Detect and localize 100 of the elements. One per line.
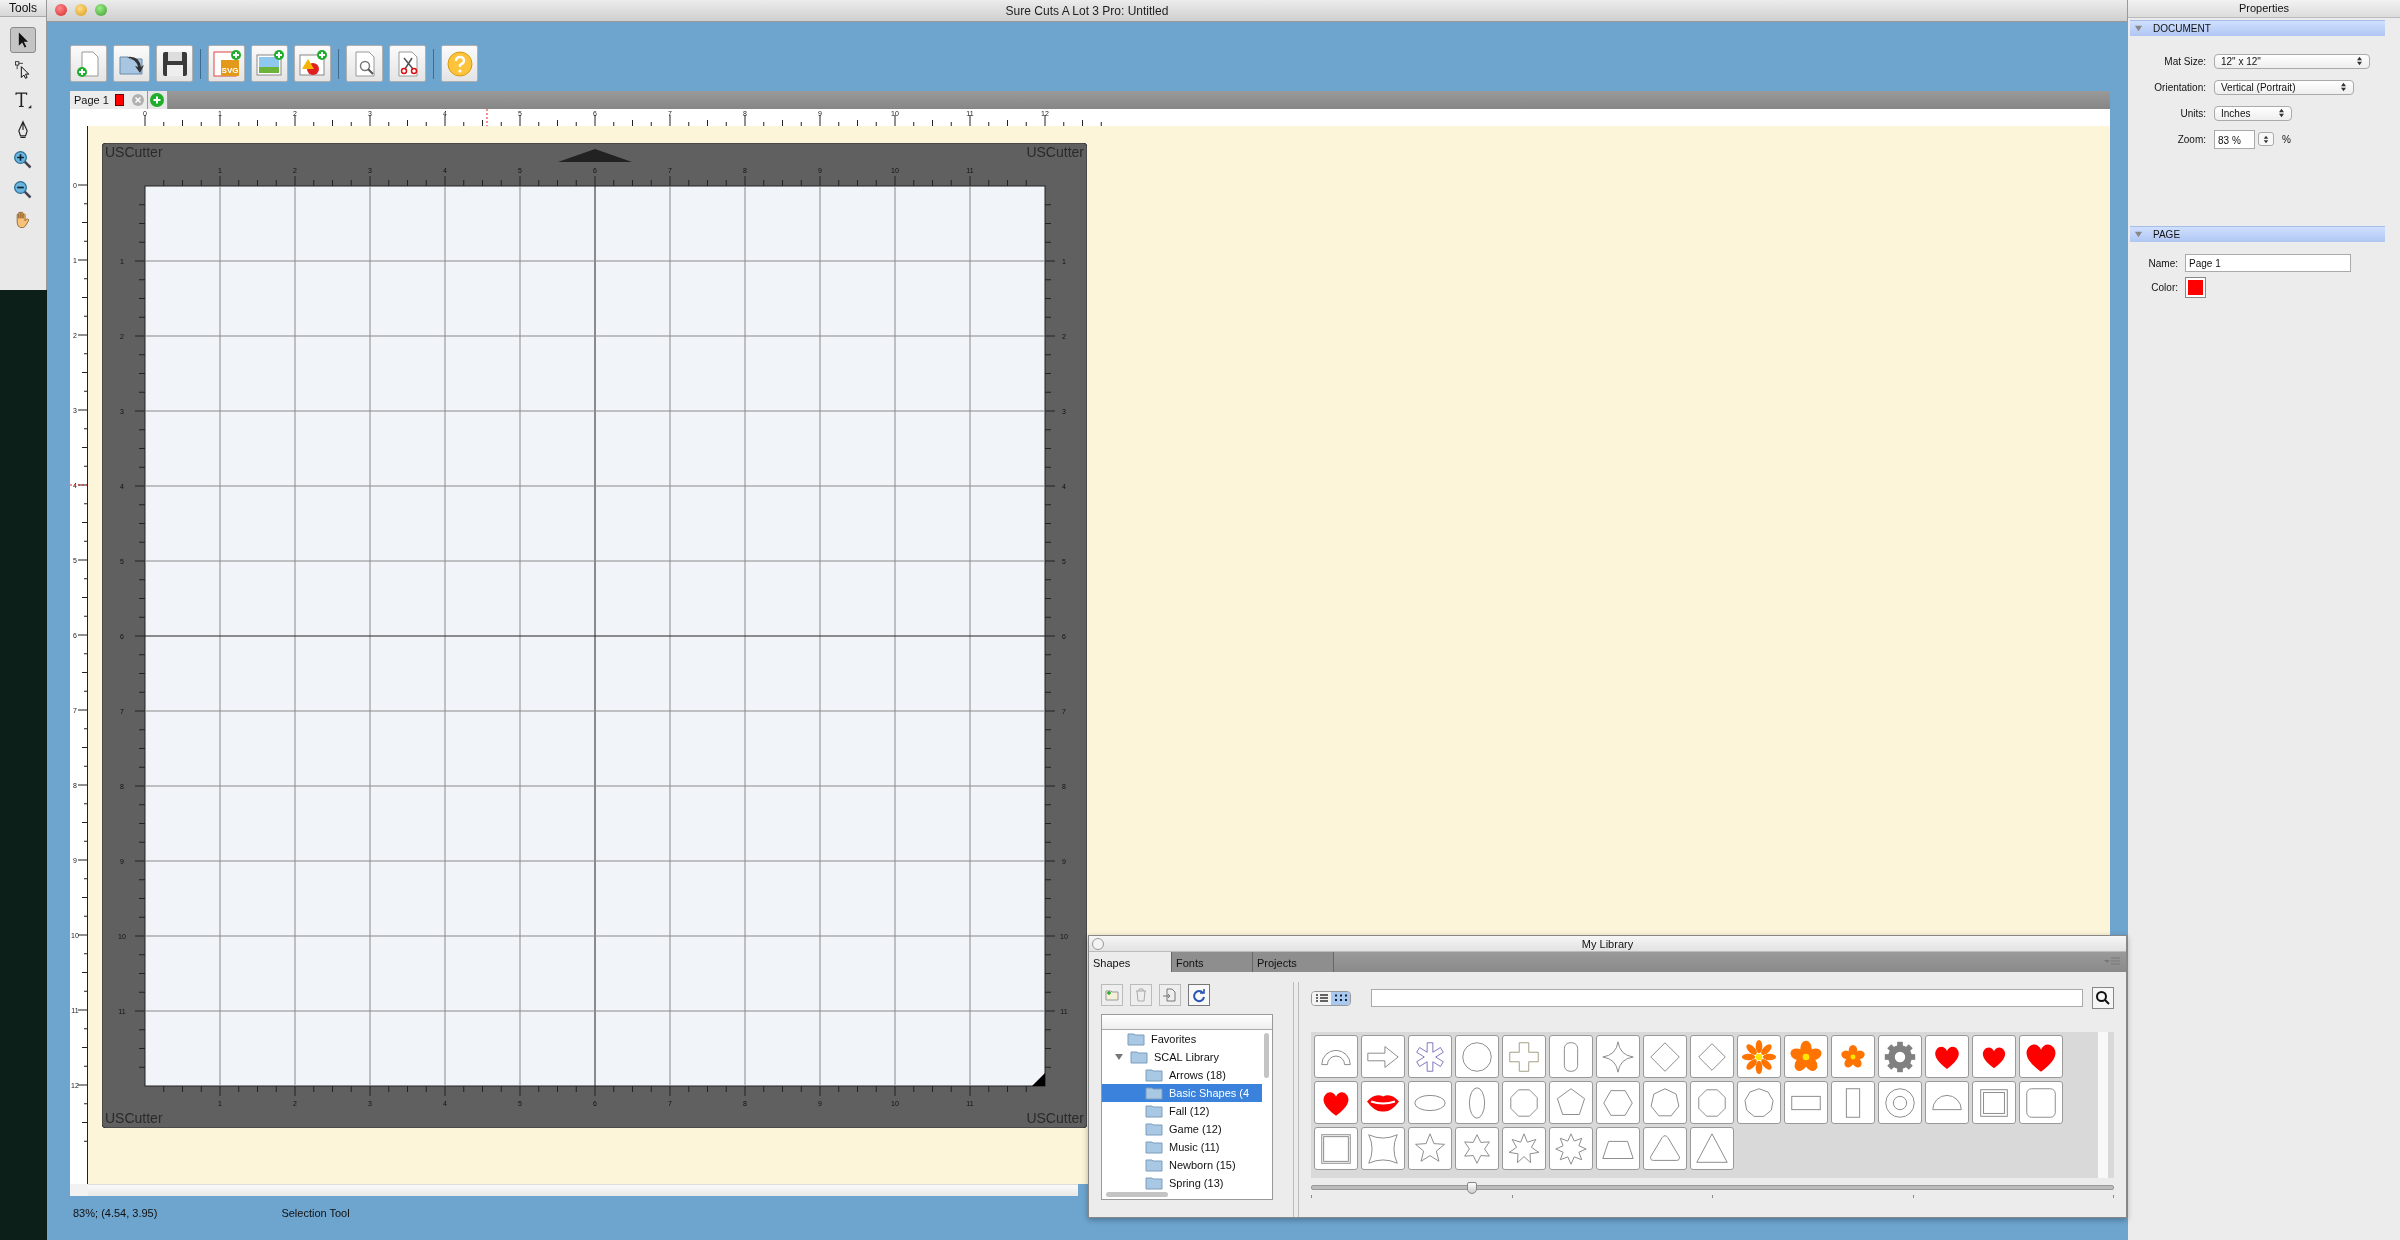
add-page-button[interactable] — [147, 91, 168, 109]
close-button[interactable] — [55, 4, 67, 16]
shape-tile[interactable] — [1455, 1035, 1499, 1078]
splitter-handle[interactable] — [1293, 982, 1299, 1217]
search-field[interactable] — [1371, 989, 2083, 1007]
shape-tile[interactable] — [1690, 1035, 1734, 1078]
shape-tile[interactable] — [1643, 1081, 1687, 1124]
shape-tile[interactable] — [1972, 1081, 2016, 1124]
menu-icon[interactable] — [2104, 957, 2120, 967]
refresh-button[interactable] — [1188, 984, 1210, 1006]
shape-tile[interactable] — [1314, 1035, 1358, 1078]
slider-thumb[interactable] — [1466, 1182, 1477, 1194]
close-button[interactable] — [1092, 938, 1104, 950]
shape-tile[interactable] — [1596, 1127, 1640, 1170]
shape-tile[interactable] — [1502, 1035, 1546, 1078]
shape-tile[interactable] — [1831, 1081, 1875, 1124]
folder-item[interactable]: Music (11) — [1102, 1138, 1262, 1156]
shape-tile[interactable] — [2019, 1035, 2063, 1078]
stepper-button[interactable] — [2258, 132, 2274, 146]
import-button[interactable] — [1159, 984, 1181, 1006]
size-slider[interactable] — [1311, 1182, 2114, 1200]
shape-tile[interactable] — [1596, 1035, 1640, 1078]
shape-tile[interactable] — [1737, 1035, 1781, 1078]
folder-icon — [1145, 1176, 1163, 1190]
shape-tile[interactable] — [1314, 1081, 1358, 1124]
help-button[interactable] — [441, 45, 478, 82]
folder-item[interactable]: Game (12) — [1102, 1120, 1262, 1138]
shape-tile[interactable] — [1737, 1081, 1781, 1124]
import-image-button[interactable] — [251, 45, 288, 82]
folder-icon — [1145, 1158, 1163, 1172]
folder-item[interactable]: SCAL Library — [1102, 1048, 1262, 1066]
open-button[interactable] — [113, 45, 150, 82]
list-icon — [1314, 993, 1329, 1003]
shape-tile[interactable] — [1878, 1035, 1922, 1078]
shape-tile[interactable] — [1690, 1081, 1734, 1124]
zoom-in-icon — [13, 150, 33, 170]
shape-tile[interactable] — [2019, 1081, 2063, 1124]
shape-tile[interactable] — [1643, 1035, 1687, 1078]
save-button[interactable] — [156, 45, 193, 82]
shape-tile[interactable] — [1549, 1035, 1593, 1078]
section-header[interactable]: PAGE — [2130, 226, 2385, 242]
shape-tile[interactable] — [1361, 1127, 1405, 1170]
search-button[interactable] — [2092, 987, 2114, 1009]
shape-tile[interactable] — [1455, 1127, 1499, 1170]
library-tab[interactable]: Projects — [1253, 952, 1334, 972]
delete-button[interactable] — [1130, 984, 1152, 1006]
shape-tile[interactable] — [1878, 1081, 1922, 1124]
folder-item[interactable]: Fall (12) — [1102, 1102, 1262, 1120]
shape-tile[interactable] — [1972, 1035, 2016, 1078]
new-button[interactable] — [70, 45, 107, 82]
page-tab[interactable]: Page 1 — [70, 91, 148, 109]
section-header[interactable]: DOCUMENT — [2130, 20, 2385, 36]
minimize-button[interactable] — [75, 4, 87, 16]
shape-tile[interactable] — [1408, 1127, 1452, 1170]
library-tab[interactable]: Shapes — [1089, 952, 1172, 972]
shape-tile[interactable] — [1784, 1081, 1828, 1124]
shape-tile[interactable] — [1643, 1127, 1687, 1170]
shape-tile[interactable] — [1408, 1035, 1452, 1078]
dropdown[interactable]: Vertical (Portrait) — [2214, 79, 2354, 95]
disclosure-triangle-icon[interactable] — [1114, 1052, 1124, 1062]
grid-view-button[interactable] — [1331, 991, 1350, 1005]
shape-tile[interactable] — [1925, 1081, 1969, 1124]
shape-tile[interactable] — [1549, 1127, 1593, 1170]
vertical-scrollbar[interactable] — [2098, 1032, 2108, 1178]
shape-tile[interactable] — [1502, 1127, 1546, 1170]
dropdown[interactable]: 12" x 12" — [2214, 53, 2370, 69]
zoom-button[interactable] — [95, 4, 107, 16]
list-view-button[interactable] — [1312, 991, 1331, 1005]
new-folder-button[interactable] — [1101, 984, 1123, 1006]
shape-tile[interactable] — [1314, 1127, 1358, 1170]
shape-tile[interactable] — [1596, 1081, 1640, 1124]
shape-tile[interactable] — [1502, 1081, 1546, 1124]
shape-tile[interactable] — [1455, 1081, 1499, 1124]
name-field[interactable]: Page 1 — [2185, 254, 2351, 272]
close-icon[interactable] — [131, 94, 144, 106]
folder-item[interactable]: Spring (13) — [1102, 1174, 1262, 1192]
library-tab[interactable]: Fonts — [1172, 952, 1253, 972]
horizontal-scrollbar[interactable] — [88, 1184, 1078, 1196]
folder-item[interactable]: Arrows (18) — [1102, 1066, 1262, 1084]
select-tool[interactable] — [10, 27, 36, 53]
cut-button[interactable] — [389, 45, 426, 82]
shape-tile[interactable] — [1361, 1081, 1405, 1124]
field-label: Zoom: — [2176, 133, 2206, 145]
folder-item[interactable]: Favorites — [1102, 1030, 1262, 1048]
folder-item[interactable]: Basic Shapes (4 — [1102, 1084, 1262, 1102]
shape-tile[interactable] — [1784, 1035, 1828, 1078]
shape-tile[interactable] — [1831, 1035, 1875, 1078]
shape-tile[interactable] — [1690, 1127, 1734, 1170]
document-arrow-icon — [1162, 987, 1178, 1003]
dropdown[interactable]: Inches — [2214, 105, 2292, 121]
zoom-field[interactable]: 83 % — [2214, 129, 2255, 149]
shape-tile[interactable] — [1408, 1081, 1452, 1124]
shape-tile[interactable] — [1549, 1081, 1593, 1124]
shape-tile[interactable] — [1925, 1035, 1969, 1078]
vertical-scrollbar[interactable] — [1264, 1033, 1269, 1078]
preview-button[interactable] — [346, 45, 383, 82]
horizontal-scrollbar[interactable] — [1106, 1192, 1168, 1197]
shape-tile[interactable] — [1361, 1035, 1405, 1078]
folder-item[interactable]: Newborn (15) — [1102, 1156, 1262, 1174]
add-shapes-button[interactable] — [294, 45, 331, 82]
